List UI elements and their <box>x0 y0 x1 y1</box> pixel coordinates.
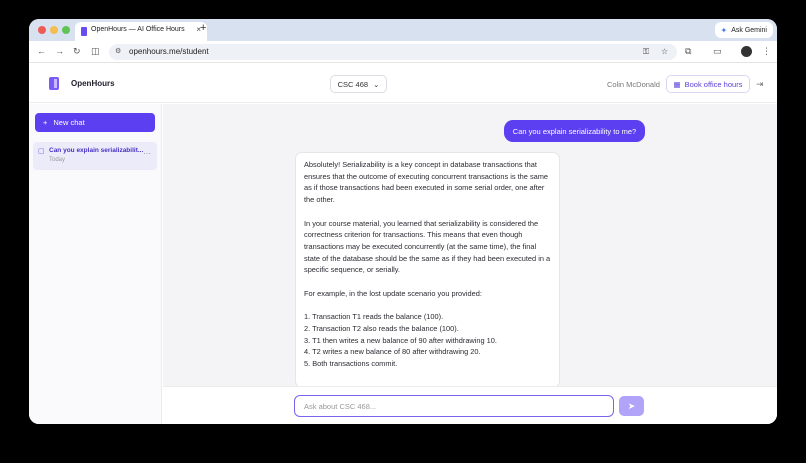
profile-avatar[interactable] <box>741 46 752 57</box>
chat-bubble-icon: ▢ <box>38 148 45 155</box>
book-office-hours-label: Book office hours <box>684 79 743 89</box>
course-selector-value: CSC 468 <box>337 79 369 89</box>
chat-date: Today <box>49 157 66 163</box>
user-name: Colin McDonald <box>607 80 660 89</box>
assistant-paragraph: In your course material, you learned tha… <box>304 218 551 275</box>
tab-title: OpenHours — AI Office Hours <box>91 26 185 33</box>
site-settings-icon[interactable]: ⚙ <box>115 47 121 55</box>
minimize-window-button[interactable] <box>50 26 58 34</box>
tab-strip: OpenHours — AI Office Hours × + ✦ Ask Ge… <box>29 19 777 41</box>
split-view-icon[interactable]: ◫ <box>91 46 100 57</box>
assistant-message: Absolutely! Serializability is a key con… <box>295 152 560 388</box>
assistant-list-item: 1. Transaction T1 reads the balance (100… <box>304 312 444 322</box>
forward-arrow-icon[interactable]: → <box>55 46 64 56</box>
close-window-button[interactable] <box>38 26 46 34</box>
chat-input[interactable] <box>294 395 614 417</box>
more-options-icon[interactable]: ··· <box>143 149 151 158</box>
openhours-logo-icon <box>49 77 59 90</box>
assistant-paragraph: Absolutely! Serializability is a key con… <box>304 160 549 205</box>
gemini-sparkle-icon: ✦ <box>720 25 728 35</box>
browser-window: OpenHours — AI Office Hours × + ✦ Ask Ge… <box>29 19 777 424</box>
brand-name: OpenHours <box>71 79 115 88</box>
browser-toolbar: ← → ↻ ◫ ⚙ openhours.me/student ⚿ ☆ ⧉ ▭ ⋮ <box>29 41 777 63</box>
reload-icon[interactable]: ↻ <box>73 46 81 57</box>
assistant-list-item: 4. T2 writes a new balance of 80 after w… <box>304 347 481 357</box>
assistant-list-item: 3. T1 then writes a new balance of 90 af… <box>304 335 497 345</box>
assistant-list-item: 2. Transaction T2 also reads the balance… <box>304 323 459 333</box>
favicon-icon <box>81 27 87 36</box>
course-selector[interactable]: CSC 468 ⌄ <box>330 75 387 93</box>
send-button[interactable]: ➤ <box>619 396 644 416</box>
assistant-list-item: 5. Both transactions commit. <box>304 358 398 368</box>
sidebar: + New chat ▢ Can you explain serializabi… <box>29 104 162 424</box>
plus-icon: + <box>43 118 48 127</box>
ask-gemini-label: Ask Gemini <box>731 26 767 34</box>
new-tab-button[interactable]: + <box>200 22 206 34</box>
password-key-icon[interactable]: ⚿ <box>643 47 649 57</box>
logout-icon[interactable]: ⇥ <box>756 79 764 90</box>
conversation-area: Can you explain serializability to me? A… <box>163 104 777 424</box>
bookmark-star-icon[interactable]: ☆ <box>661 47 668 56</box>
address-bar[interactable]: ⚙ openhours.me/student ⚿ ☆ <box>109 44 677 60</box>
extensions-icon[interactable]: ⧉ <box>685 46 691 57</box>
url-text: openhours.me/student <box>129 47 209 56</box>
cast-icon[interactable]: ▭ <box>713 46 722 57</box>
book-office-hours-button[interactable]: ▦ Book office hours <box>666 75 750 93</box>
send-icon: ➤ <box>627 400 636 411</box>
chat-title: Can you explain serializabilit... <box>49 147 144 154</box>
chevron-down-icon: ⌄ <box>373 79 380 89</box>
assistant-paragraph: For example, in the lost update scenario… <box>304 288 482 298</box>
app-header: OpenHours CSC 468 ⌄ Colin McDonald ▦ Boo… <box>29 63 777 103</box>
maximize-window-button[interactable] <box>62 26 70 34</box>
user-message-text: Can you explain serializability to me? <box>512 126 637 136</box>
more-menu-icon[interactable]: ⋮ <box>762 46 771 57</box>
chat-history-item[interactable]: ▢ Can you explain serializabilit... Toda… <box>33 142 157 170</box>
browser-tab[interactable]: OpenHours — AI Office Hours × <box>75 22 207 41</box>
user-message: Can you explain serializability to me? <box>504 120 645 142</box>
ask-gemini-button[interactable]: ✦ Ask Gemini <box>714 22 773 38</box>
calendar-icon: ▦ <box>673 79 681 89</box>
new-chat-label: New chat <box>53 118 85 127</box>
new-chat-button[interactable]: + New chat <box>35 113 155 132</box>
composer: ➤ <box>163 386 777 424</box>
back-arrow-icon[interactable]: ← <box>37 46 46 56</box>
